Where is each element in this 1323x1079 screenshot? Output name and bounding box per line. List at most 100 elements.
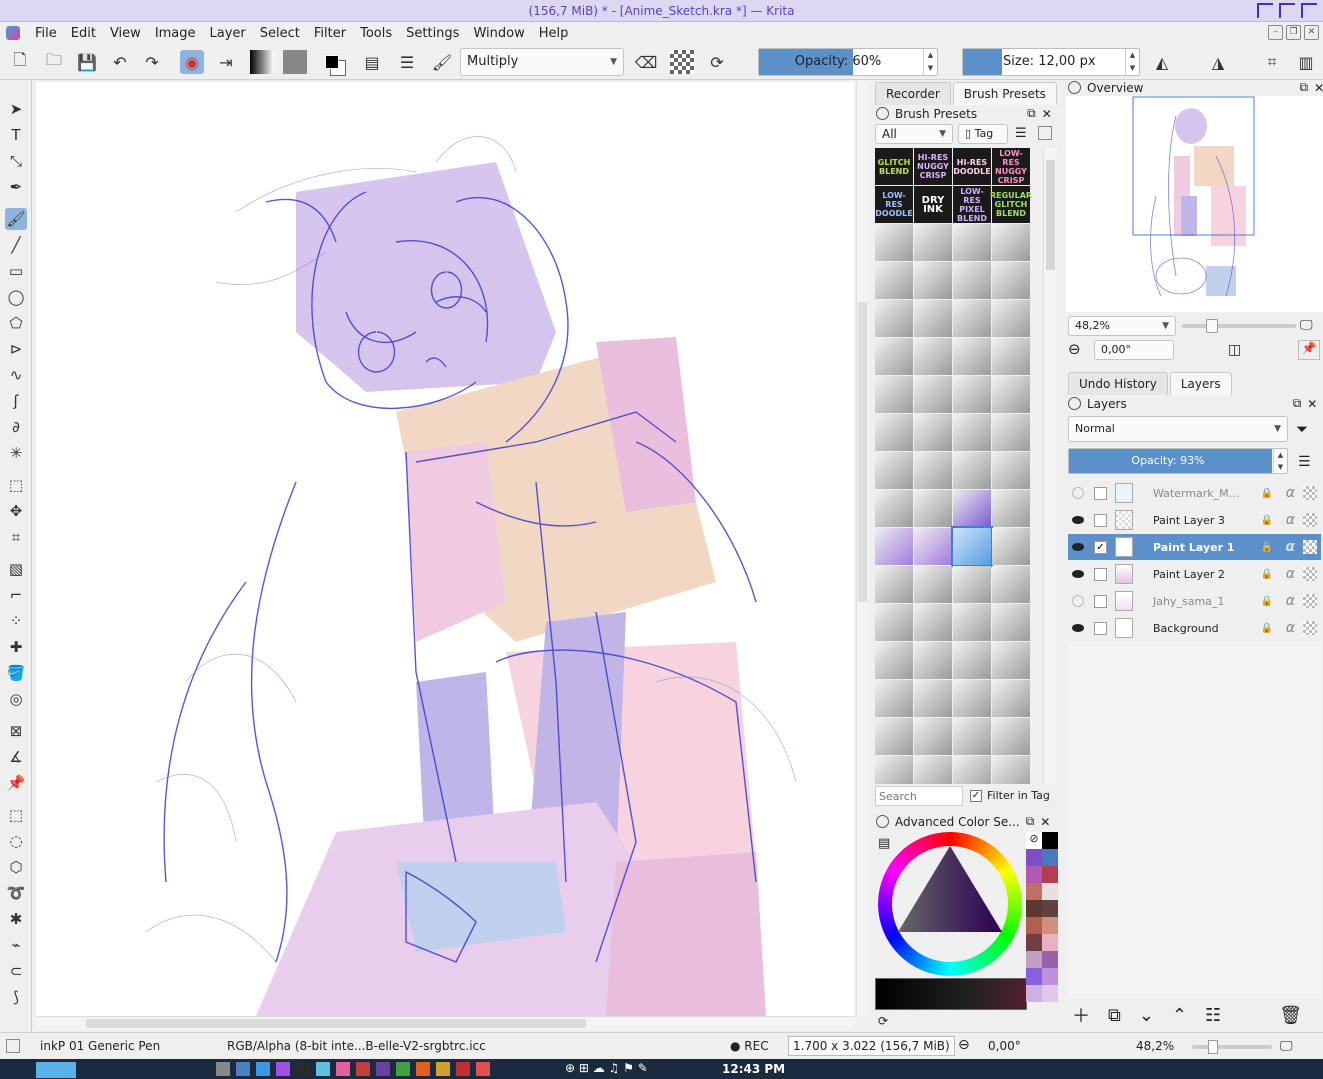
new-document-icon[interactable]: 🗋 — [8, 50, 32, 74]
preset-pencil[interactable] — [914, 224, 952, 261]
preset-bristle[interactable] — [992, 680, 1030, 717]
menu-settings[interactable]: Settings — [399, 26, 466, 41]
history-swatch[interactable] — [1042, 968, 1058, 985]
eraser-icon[interactable]: ⌫ — [634, 50, 658, 74]
lock-icon[interactable]: 🔒 — [1261, 488, 1273, 499]
preset-pen[interactable] — [914, 604, 952, 641]
history-swatch[interactable] — [1042, 900, 1058, 917]
preset-watercolor[interactable] — [875, 528, 913, 565]
app-icon[interactable] — [316, 1062, 330, 1076]
history-swatch[interactable] — [1026, 985, 1042, 1002]
preset-blender[interactable] — [914, 452, 952, 489]
history-swatch[interactable] — [1026, 917, 1042, 934]
edit-brush-settings-icon[interactable]: ▤ — [360, 50, 384, 74]
mirror-vertical-icon[interactable]: ◮ — [1206, 50, 1230, 74]
record-icon[interactable]: ◉ — [180, 50, 204, 74]
wrap-around-icon[interactable]: ⌗ — [1260, 50, 1284, 74]
status-brush-icon[interactable] — [6, 1039, 20, 1053]
layer-checkbox[interactable] — [1094, 567, 1107, 581]
preset-pen[interactable] — [992, 604, 1030, 641]
preset-texture[interactable] — [875, 642, 913, 679]
lock-dock-icon[interactable] — [1068, 81, 1081, 94]
menu-filter[interactable]: Filter — [307, 26, 353, 41]
app-icon[interactable] — [276, 1062, 290, 1076]
preset-ink[interactable] — [914, 300, 952, 337]
app-icon[interactable] — [296, 1062, 310, 1076]
saturation-triangle[interactable] — [898, 846, 1002, 946]
preset-lowres-nuggy-crisp[interactable]: LOW-RES NUGGY CRISP — [992, 148, 1030, 185]
preset-airbrush[interactable] — [875, 490, 913, 527]
layer-row[interactable]: Background 🔒 α — [1068, 615, 1321, 641]
status-record[interactable]: ● REC — [730, 1039, 769, 1053]
app-icon[interactable] — [356, 1062, 370, 1076]
duplicate-layer-icon[interactable]: ⧉ — [1108, 1005, 1121, 1026]
tag-select[interactable]: ▯ Tag — [958, 124, 1008, 144]
lock-icon[interactable]: 🔒 — [1261, 515, 1273, 526]
blend-mode-select[interactable]: Multiply ▼ — [460, 48, 624, 76]
history-swatch[interactable] — [1026, 951, 1042, 968]
preset-marker[interactable] — [953, 262, 991, 299]
mdi-close-icon[interactable]: ✕ — [1304, 25, 1319, 40]
freehand-path-icon[interactable]: ʃ — [5, 390, 27, 412]
preset-hires-nuggy-crisp[interactable]: HI-RES NUGGY CRISP — [914, 148, 952, 185]
app-icon[interactable] — [436, 1062, 450, 1076]
calligraphy-icon[interactable]: ✒ — [5, 176, 27, 198]
layer-checkbox[interactable]: ✓ — [1094, 540, 1107, 554]
float-dock-icon[interactable]: ⧉ — [1293, 396, 1302, 411]
preset-nib[interactable] — [953, 300, 991, 337]
preset-marker[interactable] — [992, 338, 1030, 375]
gradient-tool-icon[interactable]: ▧ — [5, 558, 27, 580]
app-icon[interactable] — [236, 1062, 250, 1076]
preset-lowres-doodle[interactable]: LOW-RES DOODLE — [875, 186, 913, 223]
vscroll-thumb[interactable] — [858, 302, 867, 602]
close-dock-icon[interactable]: ✕ — [1307, 397, 1317, 411]
canvas-vertical-scrollbar[interactable] — [856, 82, 868, 1016]
transform-tool-icon[interactable]: ⬚ — [5, 474, 27, 496]
preset-pencil-3[interactable] — [992, 262, 1030, 299]
shade-selector[interactable] — [875, 978, 1027, 1010]
preset-scroll-thumb[interactable] — [1046, 160, 1055, 270]
clear-history-icon[interactable]: ⊘ — [1026, 832, 1042, 849]
opacity-slider[interactable]: Opacity: 60% ▲ ▼ — [758, 48, 938, 76]
inherit-alpha-icon[interactable] — [1303, 486, 1317, 500]
reload-preset-icon[interactable]: ⟳ — [705, 50, 729, 74]
menu-edit[interactable]: Edit — [64, 26, 103, 41]
history-swatch[interactable] — [1026, 849, 1042, 866]
layer-row[interactable]: Watermark_M... 🔒 α — [1068, 480, 1321, 506]
layer-checkbox[interactable] — [1094, 486, 1107, 500]
polygon-tool-icon[interactable]: ⬠ — [5, 312, 27, 334]
filter-in-tag[interactable]: ✓ Filter in Tag — [970, 789, 1050, 802]
menu-window[interactable]: Window — [466, 26, 531, 41]
alpha-lock-icon[interactable]: α — [1286, 620, 1295, 636]
brush-preset-icon[interactable]: 🖌 — [430, 50, 454, 74]
layer-checkbox[interactable] — [1094, 621, 1107, 635]
preset-texture[interactable] — [953, 642, 991, 679]
preset-airbrush[interactable] — [914, 490, 952, 527]
dynamic-brush-icon[interactable]: ∂ — [5, 416, 27, 438]
similar-select-icon[interactable]: ⌁ — [5, 934, 27, 956]
drawing-canvas[interactable] — [36, 82, 854, 1016]
visibility-on-icon[interactable] — [1072, 543, 1084, 551]
preset-pen[interactable] — [953, 224, 991, 261]
preserve-alpha-icon[interactable] — [670, 50, 694, 74]
preset-brush[interactable] — [914, 262, 952, 299]
preset-charcoal[interactable] — [875, 376, 913, 413]
size-slider[interactable]: Size: 12,00 px ▲ ▼ — [962, 48, 1140, 76]
multibrush-icon[interactable]: ✳ — [5, 442, 27, 464]
preset-ink-pen[interactable] — [992, 566, 1030, 603]
inherit-alpha-icon[interactable] — [1303, 594, 1317, 608]
layer-row[interactable]: Paint Layer 3 🔒 α — [1068, 507, 1321, 533]
filter-in-tag-checkbox[interactable]: ✓ — [970, 789, 982, 802]
preset-hires-doodle[interactable]: HI-RES DOODLE — [953, 148, 991, 185]
visibility-on-icon[interactable] — [1072, 624, 1084, 632]
preset-scrollbar[interactable] — [1043, 148, 1057, 784]
preset-chalk[interactable] — [953, 414, 991, 451]
preset-ink-pen[interactable] — [953, 566, 991, 603]
polyline-tool-icon[interactable]: ⊳ — [5, 338, 27, 360]
menu-tools[interactable]: Tools — [353, 26, 399, 41]
preset-airbrush[interactable] — [992, 490, 1030, 527]
preset-regular-glitch-blend[interactable]: REGULAR GLITCH BLEND — [990, 186, 1032, 223]
ellipse-tool-icon[interactable]: ◯ — [5, 286, 27, 308]
preset-bristle[interactable] — [953, 680, 991, 717]
preset-watercolor[interactable] — [992, 528, 1030, 565]
